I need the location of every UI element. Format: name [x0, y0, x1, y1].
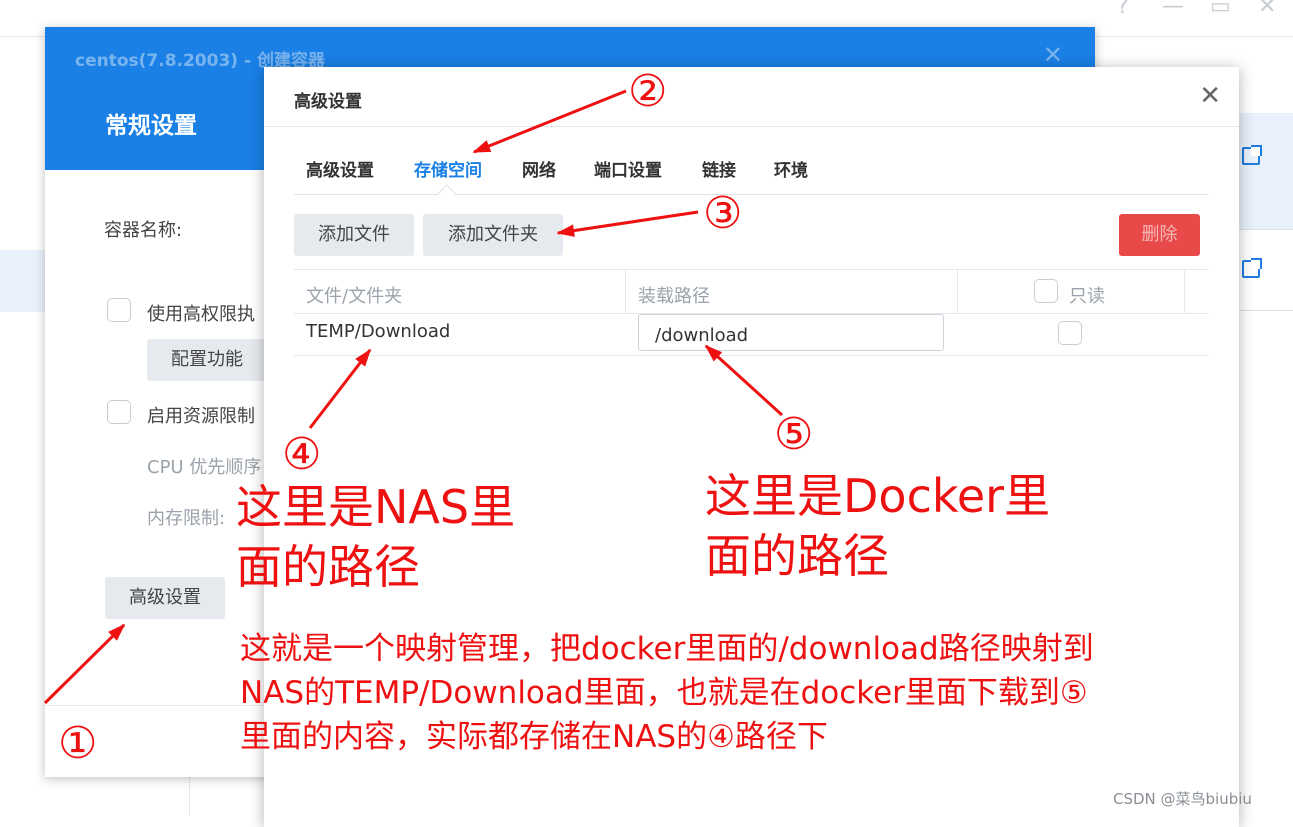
- annotation-marker-1: ①: [58, 718, 98, 769]
- annotation-marker-3: ③: [703, 188, 743, 239]
- arrow-1: [43, 623, 126, 705]
- annotation-nas-line-2: 面的路径: [236, 540, 420, 594]
- annotation-docker-line-2: 面的路径: [705, 529, 889, 583]
- watermark: CSDN @菜鸟biubiu: [1113, 790, 1252, 808]
- arrow-3: [556, 210, 699, 237]
- annotation-explain-line-1: 这就是一个映射管理，把docker里面的/download路径映射到: [240, 631, 1094, 667]
- arrow-4: [308, 348, 372, 429]
- annotation-marker-4: ④: [282, 429, 322, 480]
- annotation-explain-line-3: 里面的内容，实际都存储在NAS的④路径下: [240, 719, 828, 755]
- annotation-marker-5: ⑤: [774, 409, 814, 460]
- arrow-5: [704, 344, 784, 417]
- annotation-nas-line-1: 这里是NAS里: [236, 480, 516, 534]
- annotation-marker-2: ②: [628, 66, 668, 117]
- annotation-docker-line-1: 这里是Docker里: [705, 469, 1051, 523]
- annotation-explain-line-2: NAS的TEMP/Download里面，也就是在docker里面下载到⑤: [240, 675, 1088, 711]
- arrow-2: [472, 89, 627, 154]
